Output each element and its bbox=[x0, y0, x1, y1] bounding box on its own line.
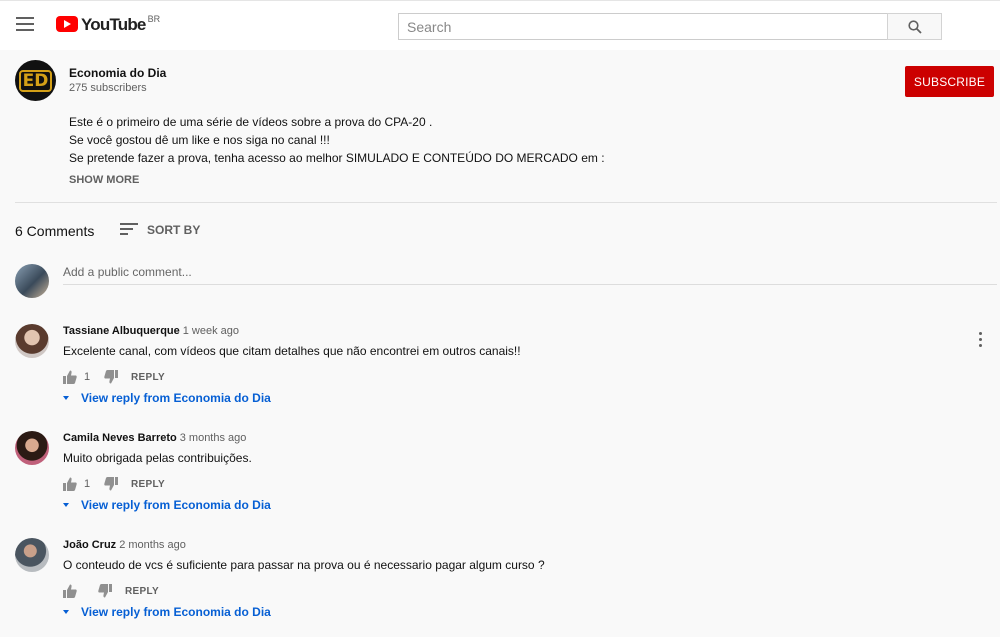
author-name: João Cruz bbox=[63, 539, 117, 551]
view-reply-button[interactable]: View reply from Economia do Dia bbox=[63, 605, 271, 619]
author-name: Camila Neves Barreto bbox=[63, 432, 177, 444]
view-reply-button[interactable]: View reply from Economia do Dia bbox=[63, 391, 271, 405]
logo-text: YouTube bbox=[81, 15, 146, 34]
comment-item: João Cruz 2 months ago O conteudo de vcs … bbox=[15, 538, 1000, 637]
subscriber-count: 275 subscribers bbox=[69, 82, 147, 94]
comment-actions: 1 REPLY bbox=[63, 476, 165, 492]
comment-item: Tassiane Albuquerque 1 week ago Excelente… bbox=[15, 324, 1000, 424]
comment-author[interactable]: João Cruz 2 months ago bbox=[63, 539, 186, 551]
comment-actions: REPLY bbox=[63, 583, 159, 599]
description-line: Este é o primeiro de uma série de vídeos… bbox=[69, 115, 433, 129]
caret-down-icon bbox=[63, 396, 69, 400]
search-icon bbox=[907, 19, 922, 34]
comment-actions: 1 REPLY bbox=[63, 369, 165, 385]
like-count: 1 bbox=[84, 371, 91, 383]
divider bbox=[15, 202, 997, 203]
thumbs-up-icon[interactable] bbox=[63, 370, 77, 384]
sort-icon bbox=[120, 223, 138, 237]
add-comment-input[interactable]: Add a public comment... bbox=[63, 263, 997, 285]
caret-down-icon bbox=[63, 503, 69, 507]
search-button[interactable] bbox=[887, 13, 942, 40]
subscribe-button[interactable]: SUBSCRIBE bbox=[905, 66, 994, 97]
channel-avatar[interactable]: ED bbox=[15, 60, 56, 101]
thumbs-up-icon[interactable] bbox=[63, 584, 77, 598]
description-line: Se pretende fazer a prova, tenha acesso … bbox=[69, 151, 605, 165]
top-bar: YouTube BR bbox=[0, 0, 1000, 50]
reply-button[interactable]: REPLY bbox=[131, 372, 165, 383]
search-input[interactable] bbox=[398, 13, 888, 40]
comment-author[interactable]: Camila Neves Barreto 3 months ago bbox=[63, 432, 246, 444]
commenter-avatar[interactable] bbox=[15, 431, 49, 465]
thumbs-down-icon[interactable] bbox=[104, 370, 118, 384]
reply-button[interactable]: REPLY bbox=[131, 479, 165, 490]
more-options-icon[interactable] bbox=[975, 332, 985, 348]
view-reply-label: View reply from Economia do Dia bbox=[81, 498, 271, 512]
comment-text: Excelente canal, com vídeos que citam de… bbox=[63, 344, 521, 358]
description-line: Se você gostou dê um like e nos siga no … bbox=[69, 133, 330, 147]
country-code: BR bbox=[147, 14, 161, 24]
thumbs-down-icon[interactable] bbox=[98, 584, 112, 598]
channel-avatar-logo: ED bbox=[18, 69, 53, 92]
caret-down-icon bbox=[63, 610, 69, 614]
sort-label: SORT BY bbox=[147, 223, 201, 237]
reply-button[interactable]: REPLY bbox=[125, 586, 159, 597]
thumbs-down-icon[interactable] bbox=[104, 477, 118, 491]
view-reply-label: View reply from Economia do Dia bbox=[81, 605, 271, 619]
comment-time[interactable]: 1 week ago bbox=[183, 325, 239, 337]
comment-time[interactable]: 3 months ago bbox=[180, 432, 247, 444]
user-avatar bbox=[15, 264, 49, 298]
comment-text: Muito obrigada pelas contribuições. bbox=[63, 451, 252, 465]
youtube-logo[interactable]: YouTube BR bbox=[56, 14, 161, 34]
like-count: 1 bbox=[84, 478, 91, 490]
comment-author[interactable]: Tassiane Albuquerque 1 week ago bbox=[63, 325, 239, 337]
commenter-avatar[interactable] bbox=[15, 538, 49, 572]
menu-icon[interactable] bbox=[16, 17, 34, 31]
view-reply-button[interactable]: View reply from Economia do Dia bbox=[63, 498, 271, 512]
channel-name[interactable]: Economia do Dia bbox=[69, 66, 166, 80]
comments-count: 6 Comments bbox=[15, 223, 95, 239]
author-name: Tassiane Albuquerque bbox=[63, 325, 180, 337]
view-reply-label: View reply from Economia do Dia bbox=[81, 391, 271, 405]
play-logo-icon bbox=[56, 16, 78, 32]
thumbs-up-icon[interactable] bbox=[63, 477, 77, 491]
commenter-avatar[interactable] bbox=[15, 324, 49, 358]
comment-item: Camila Neves Barreto 3 months ago Muito o… bbox=[15, 431, 1000, 531]
comment-text: O conteudo de vcs é suficiente para pass… bbox=[63, 558, 545, 572]
sort-by-button[interactable]: SORT BY bbox=[120, 223, 200, 237]
comment-time[interactable]: 2 months ago bbox=[119, 539, 186, 551]
show-more-button[interactable]: SHOW MORE bbox=[69, 174, 139, 186]
